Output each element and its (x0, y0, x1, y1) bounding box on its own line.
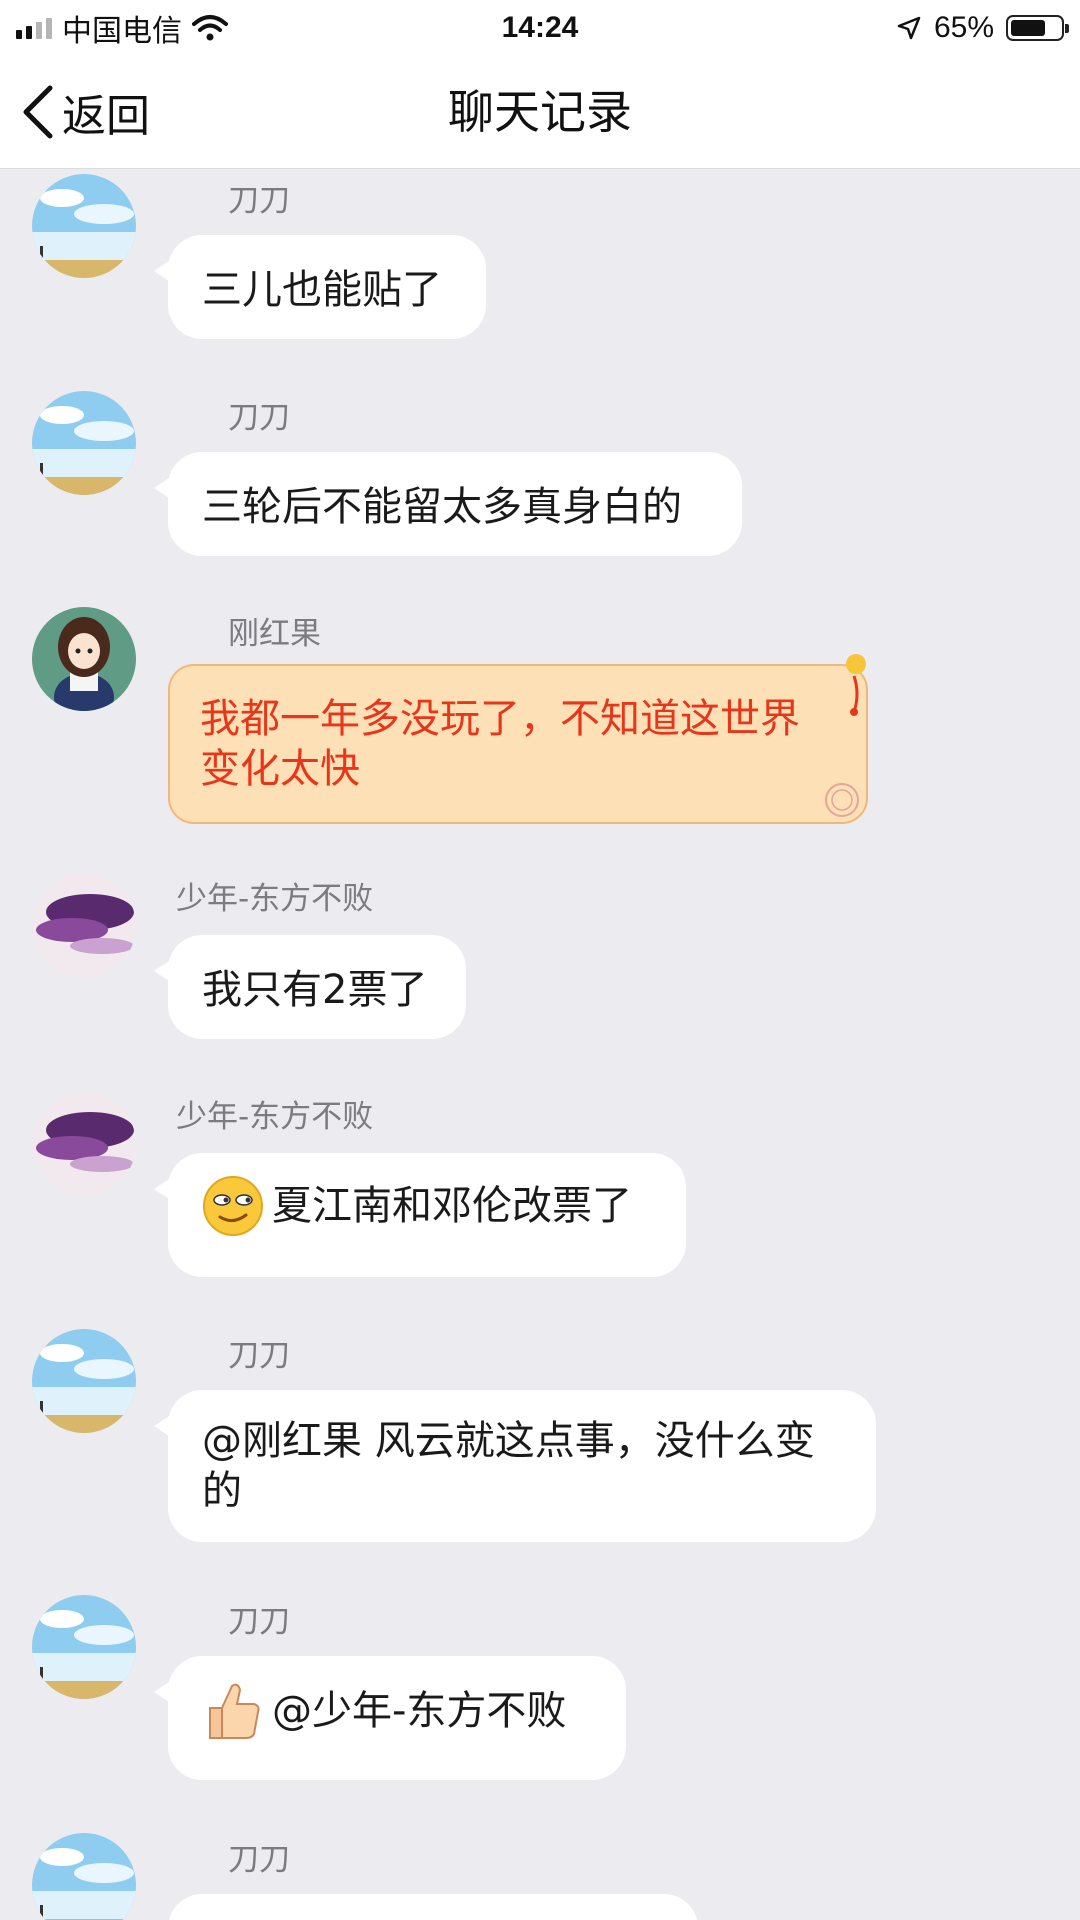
sender-name: 刀刀 (228, 400, 290, 436)
sky-avatar-image (32, 391, 136, 495)
message-bubble[interactable]: 我只有2票了 (154, 935, 466, 1039)
message-bubble[interactable]: 三儿也能贴了 (154, 235, 486, 339)
girl-avatar-image (32, 607, 136, 711)
avatar[interactable] (32, 874, 136, 978)
page-title: 聊天记录 (448, 85, 632, 139)
avatar[interactable] (32, 1329, 136, 1433)
sky-avatar-image (32, 1595, 136, 1699)
message-text: 三儿也能贴了 (202, 267, 442, 313)
message-bubble[interactable]: @刚红果 风云就这点事，没什么变的 (154, 1390, 876, 1542)
message-bubble[interactable]: 我都一年多没玩了，不知道这世界变化太快 (168, 654, 868, 824)
message-text: @少年-东方不败 (272, 1688, 567, 1734)
message-text: @刚红果 风云就这点事，没什么变的 (202, 1418, 815, 1514)
sender-name: 刀刀 (228, 1842, 290, 1878)
back-label: 返回 (62, 91, 150, 142)
sender-name: 刀刀 (228, 183, 290, 219)
status-right: 65% (896, 8, 1069, 48)
sender-name: 少年-东方不败 (176, 1099, 374, 1135)
message-bubble[interactable]: 夏江南和邓伦改票了 (154, 1153, 686, 1277)
purple-avatar-image (32, 1092, 136, 1196)
chat-history[interactable]: 刀刀 三儿也能贴了 刀刀 三轮后不能留太多真身白的 刚红果 我都一年多没玩了，不… (0, 169, 1080, 1920)
sender-name: 刀刀 (228, 1338, 290, 1374)
sky-avatar-image (32, 174, 136, 278)
scroll-ribbon-decoration (846, 654, 866, 716)
scroll-seal-decoration (825, 783, 859, 817)
location-arrow-icon (897, 16, 921, 40)
message-text: 我都一年多没玩了，不知道这世界变化太快 (200, 696, 800, 792)
nav-bar: 聊天记录 返回 (0, 56, 1080, 169)
message-text: 夏江南和邓伦改票了 (272, 1183, 632, 1229)
avatar[interactable] (32, 391, 136, 495)
message-text: 三轮后不能留太多真身白的 (202, 484, 682, 530)
sender-name: 刚红果 (228, 616, 321, 652)
purple-avatar-image (32, 874, 136, 978)
sky-avatar-image (32, 1329, 136, 1433)
sender-name: 少年-东方不败 (176, 881, 374, 917)
message-bubble[interactable]: 三轮后不能留太多真身白的 (154, 452, 742, 556)
message-bubble[interactable]: @少年-东方不败 (154, 1656, 626, 1780)
chevron-left-icon (23, 85, 53, 139)
avatar[interactable] (32, 1092, 136, 1196)
avatar[interactable] (32, 1833, 136, 1920)
avatar[interactable] (32, 607, 136, 711)
message-text: 我只有2票了 (202, 967, 428, 1013)
smirk-face-emoji (203, 1176, 263, 1236)
message-bubble[interactable] (154, 1894, 698, 1920)
battery-icon (1006, 15, 1069, 41)
avatar[interactable] (32, 1595, 136, 1699)
back-button[interactable]: 返回 (18, 78, 150, 146)
sky-avatar-image (32, 1833, 136, 1920)
battery-percent: 65% (933, 11, 994, 44)
avatar[interactable] (32, 174, 136, 278)
status-bar: 中国电信 14:24 65% (0, 0, 1080, 56)
sender-name: 刀刀 (228, 1604, 290, 1640)
thumbs-up-emoji (209, 1683, 260, 1739)
